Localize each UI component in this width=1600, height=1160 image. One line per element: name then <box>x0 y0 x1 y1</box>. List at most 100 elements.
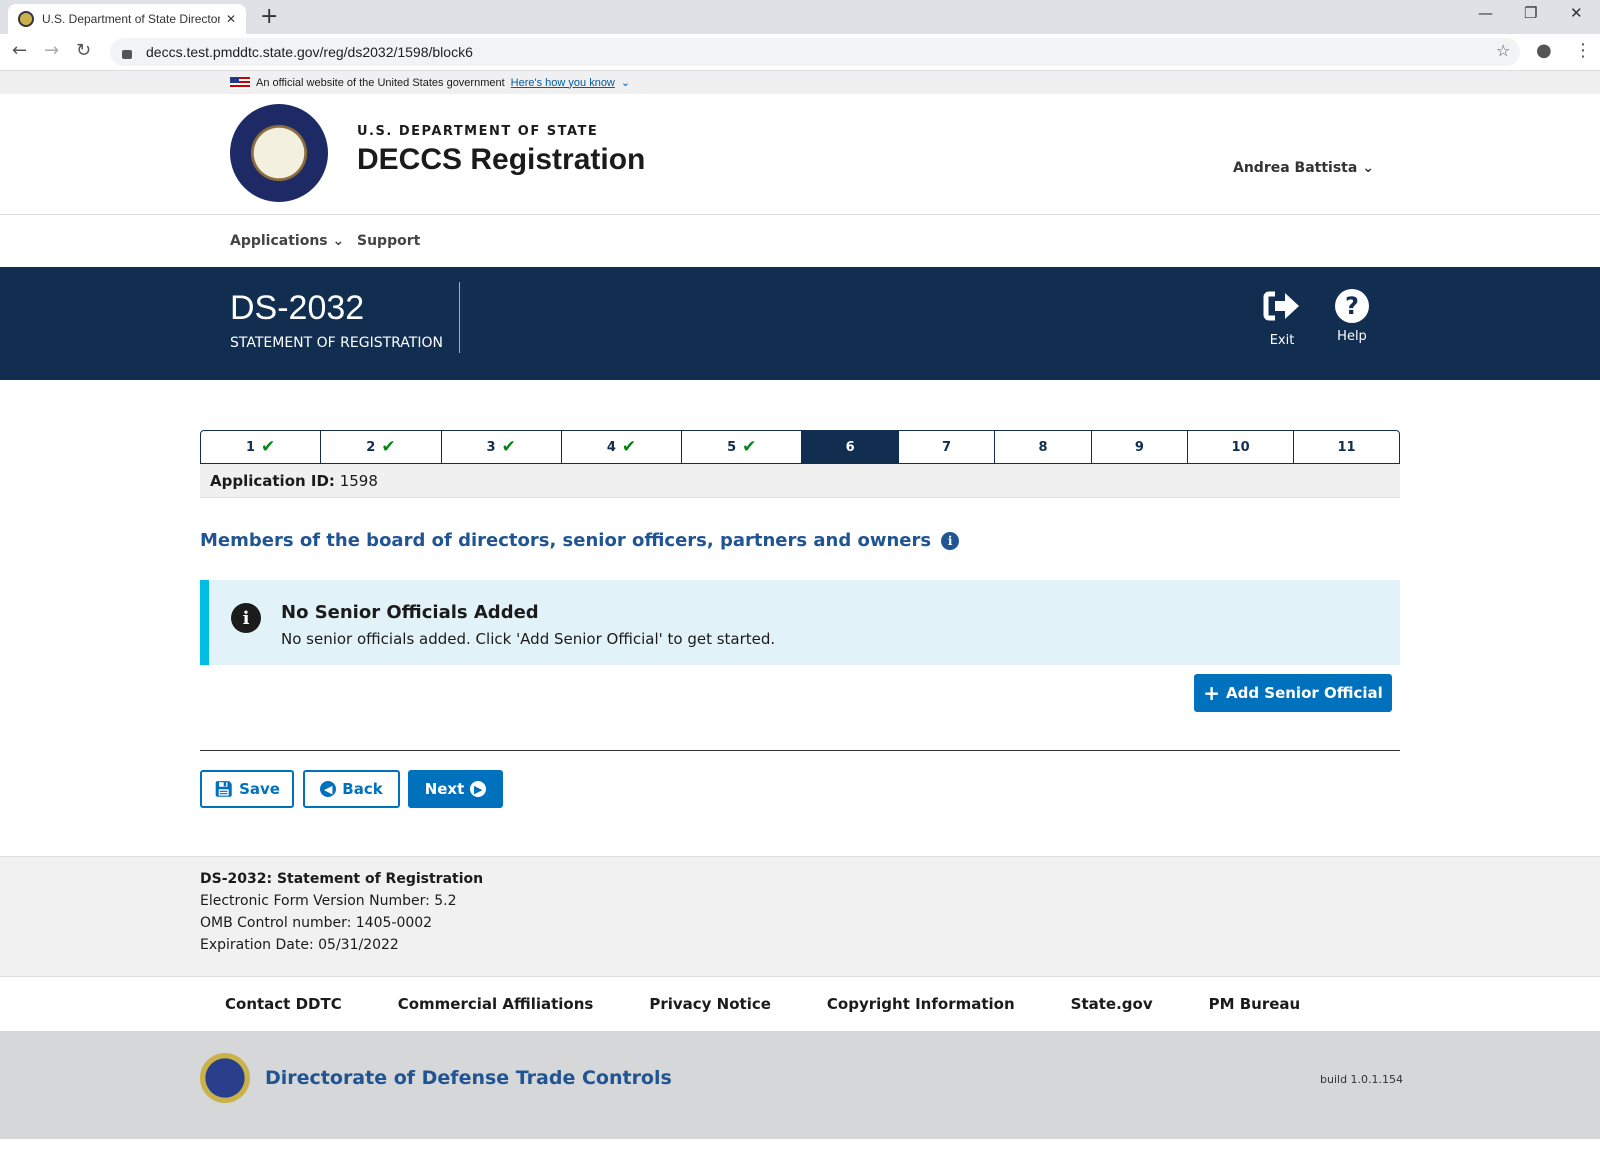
save-label: Save <box>239 780 280 798</box>
reload-icon[interactable]: ↻ <box>76 40 91 61</box>
help-icon: ? <box>1335 289 1369 323</box>
new-tab-button[interactable]: + <box>260 4 278 29</box>
department-name: U.S. DEPARTMENT OF STATE <box>357 124 599 139</box>
exit-label: Exit <box>1269 333 1295 348</box>
url-input[interactable]: deccs.test.pmddtc.state.gov/reg/ds2032/1… <box>110 38 1520 66</box>
step-6[interactable]: 6 <box>802 431 899 463</box>
favicon-icon <box>18 11 34 27</box>
footer-link-copyright[interactable]: Copyright Information <box>827 995 1015 1013</box>
arrow-circle-right-icon: ▶ <box>470 781 487 797</box>
step-label: 11 <box>1337 439 1356 455</box>
step-label: 7 <box>942 439 952 455</box>
step-label: 5 <box>727 439 737 455</box>
step-label: 3 <box>486 439 496 455</box>
check-icon: ✔ <box>501 437 516 457</box>
divider <box>200 750 1400 751</box>
minimize-button[interactable]: — <box>1478 4 1493 22</box>
bookmark-star-icon[interactable]: ☆ <box>1496 41 1510 60</box>
agency-footer: Directorate of Defense Trade Controls bu… <box>0 1031 1600 1139</box>
browser-tab[interactable]: U.S. Department of State Directorate of … <box>8 4 246 34</box>
save-button[interactable]: 💾︎ Save <box>200 770 294 808</box>
user-name: Andrea Battista <box>1233 160 1358 176</box>
nav-applications[interactable]: Applications ⌄ <box>230 233 344 249</box>
url-text: deccs.test.pmddtc.state.gov/reg/ds2032/1… <box>146 44 473 60</box>
help-button[interactable]: ? Help <box>1322 289 1382 344</box>
form-number: DS-2032 <box>230 289 365 327</box>
info-icon: i <box>231 603 261 633</box>
section-heading: Members of the board of directors, senio… <box>200 530 960 551</box>
close-window-button[interactable]: ✕ <box>1570 4 1583 22</box>
expiration-date: Expiration Date: 05/31/2022 <box>200 937 399 953</box>
footer-link-privacy[interactable]: Privacy Notice <box>649 995 771 1013</box>
profile-icon[interactable]: ● <box>1536 40 1552 61</box>
footer-link-commercial-affiliations[interactable]: Commercial Affiliations <box>398 995 594 1013</box>
build-number: build 1.0.1.154 <box>1320 1073 1404 1086</box>
next-button[interactable]: Next ▶ <box>408 770 503 808</box>
help-label: Help <box>1337 329 1367 344</box>
ddtc-seal-logo <box>200 1053 250 1103</box>
step-8[interactable]: 8 <box>995 431 1092 463</box>
section-title: Members of the board of directors, senio… <box>200 530 932 551</box>
form-info-title: DS-2032: Statement of Registration <box>200 871 484 887</box>
restore-button[interactable]: ❐ <box>1524 4 1537 22</box>
user-menu[interactable]: Andrea Battista ⌄ <box>1233 160 1374 176</box>
application-id-label: Application ID: <box>210 472 335 490</box>
exit-button[interactable]: Exit <box>1252 289 1312 348</box>
info-alert: i No Senior Officials Added No senior of… <box>200 580 1400 665</box>
close-tab-icon[interactable]: ✕ <box>226 12 236 26</box>
how-you-know-link[interactable]: Here's how you know <box>511 77 615 89</box>
step-label: 9 <box>1134 439 1144 455</box>
agency-name: Directorate of Defense Trade Controls <box>265 1067 672 1089</box>
menu-dots-icon[interactable]: ⋮ <box>1574 40 1592 61</box>
form-banner: DS-2032 STATEMENT OF REGISTRATION Exit ?… <box>0 267 1600 380</box>
arrow-circle-left-icon: ◀ <box>320 781 337 797</box>
lock-icon <box>122 49 132 59</box>
nav-applications-label: Applications <box>230 233 328 249</box>
info-icon[interactable]: i <box>941 531 960 550</box>
form-info-footer: DS-2032: Statement of Registration Elect… <box>0 856 1600 976</box>
step-7[interactable]: 7 <box>899 431 996 463</box>
check-icon: ✔ <box>742 437 757 457</box>
check-icon: ✔ <box>381 437 396 457</box>
chevron-down-icon: ⌄ <box>332 233 345 249</box>
alert-title: No Senior Officials Added <box>281 602 539 623</box>
nav-support[interactable]: Support <box>357 233 420 249</box>
step-4[interactable]: 4 ✔ <box>562 431 683 463</box>
form-version: Electronic Form Version Number: 5.2 <box>200 893 457 909</box>
add-senior-official-button[interactable]: + Add Senior Official <box>1194 674 1392 712</box>
footer-link-pm-bureau[interactable]: PM Bureau <box>1209 995 1301 1013</box>
back-label: Back <box>342 780 383 798</box>
application-id-value: 1598 <box>339 472 378 490</box>
tab-title: U.S. Department of State Directorate of … <box>42 12 220 26</box>
site-title: DECCS Registration <box>357 143 646 176</box>
step-navigator: 1 ✔ 2 ✔ 3 ✔ 4 ✔ 5 ✔ 6 7 8 9 10 11 <box>200 430 1400 464</box>
chevron-down-icon: ⌄ <box>620 77 631 89</box>
save-disk-icon: 💾︎ <box>214 780 234 798</box>
gov-banner: An official website of the United States… <box>0 71 1600 94</box>
back-arrow-icon[interactable]: ← <box>12 40 27 61</box>
step-label: 8 <box>1038 439 1048 455</box>
back-button[interactable]: ◀ Back <box>303 770 400 808</box>
step-1[interactable]: 1 ✔ <box>201 431 322 463</box>
step-2[interactable]: 2 ✔ <box>321 431 442 463</box>
step-9[interactable]: 9 <box>1092 431 1189 463</box>
forward-arrow-icon[interactable]: → <box>44 40 59 61</box>
step-11[interactable]: 11 <box>1294 431 1399 463</box>
plus-icon: + <box>1203 681 1220 705</box>
step-10[interactable]: 10 <box>1188 431 1295 463</box>
add-label: Add Senior Official <box>1225 684 1383 702</box>
step-label: 6 <box>845 439 855 455</box>
chevron-down-icon: ⌄ <box>1362 160 1374 176</box>
check-icon: ✔ <box>621 437 637 457</box>
divider <box>459 282 460 353</box>
step-label: 2 <box>366 439 376 455</box>
step-5[interactable]: 5 ✔ <box>682 431 803 463</box>
alert-body: No senior officials added. Click 'Add Se… <box>281 630 776 648</box>
step-3[interactable]: 3 ✔ <box>442 431 562 463</box>
footer-links: Contact DDTC Commercial Affiliations Pri… <box>0 976 1600 1031</box>
us-flag-icon <box>230 76 250 89</box>
footer-link-contact[interactable]: Contact DDTC <box>225 995 342 1013</box>
footer-link-state-gov[interactable]: State.gov <box>1071 995 1153 1013</box>
form-subtitle: STATEMENT OF REGISTRATION <box>230 335 443 351</box>
next-label: Next <box>424 780 465 798</box>
